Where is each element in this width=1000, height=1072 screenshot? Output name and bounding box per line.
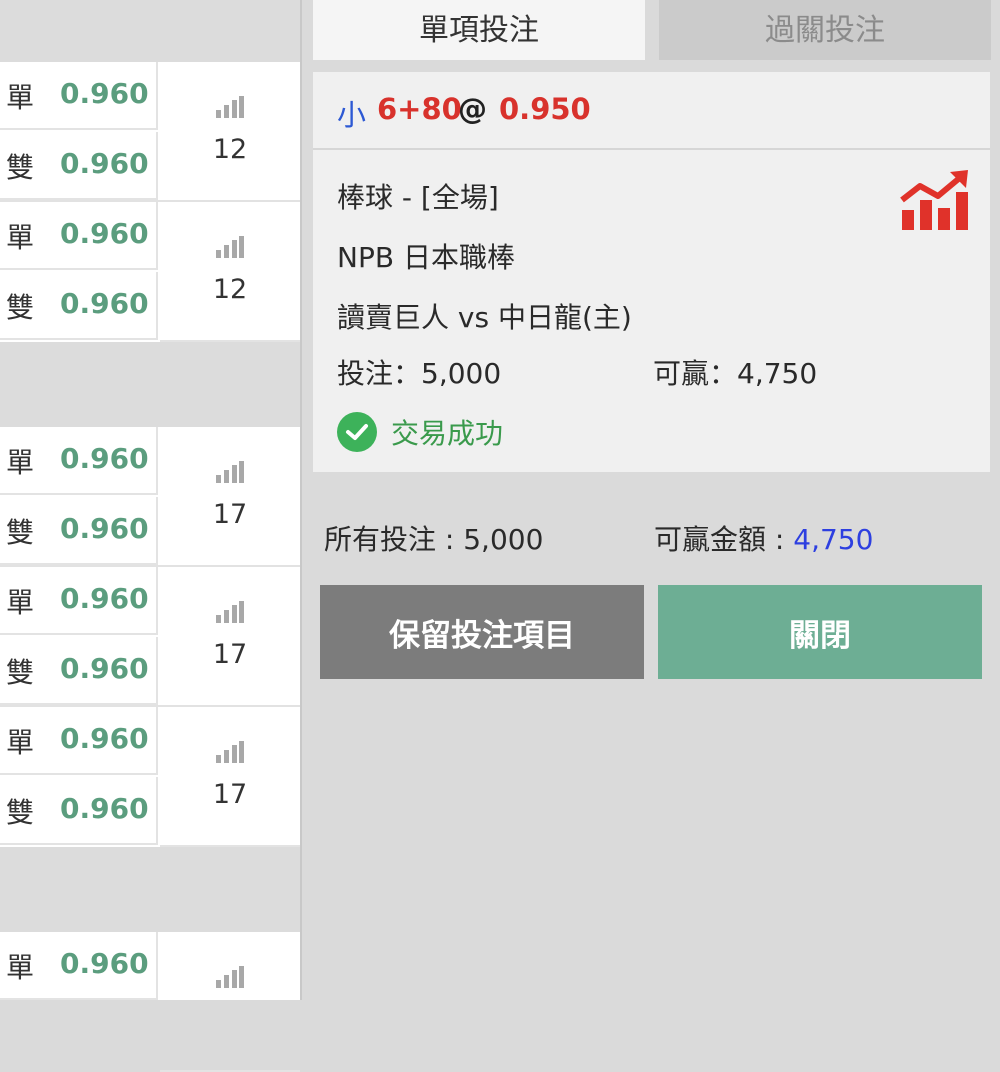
trend-up-icon[interactable] <box>898 170 970 232</box>
bet-count: 12 <box>212 134 248 165</box>
odds-cell[interactable]: 雙 0.960 <box>0 272 158 340</box>
odds-label: 單 <box>6 221 35 254</box>
odds-value: 0.960 <box>60 722 149 755</box>
odds-cell[interactable]: 雙 0.960 <box>0 637 158 705</box>
bar-chart-icon <box>216 96 244 118</box>
bar-chart-icon <box>216 601 244 623</box>
potential-win: 可贏：4,750 <box>653 357 818 390</box>
odds-pair: 單 0.960 <box>0 932 300 1072</box>
odds-label: 單 <box>6 81 35 114</box>
odds-label: 單 <box>6 586 35 619</box>
odds-group: 單 0.960 <box>0 932 300 1072</box>
bet-price: 0.950 <box>499 92 591 126</box>
market-stats-button[interactable]: 12 <box>160 62 300 202</box>
odds-value: 0.960 <box>60 582 149 615</box>
bet-confirmation-card: 小 6+80 @ 0.950 棒球 - [全場] NPB 日本職棒 讀賣巨人 v… <box>313 72 990 472</box>
selection-label: 小 <box>337 98 367 132</box>
bet-count: 17 <box>212 639 248 670</box>
market-stats-button[interactable]: 17 <box>160 707 300 847</box>
odds-value: 0.960 <box>60 287 149 320</box>
odds-label: 單 <box>6 446 35 479</box>
tab-parlay-bet[interactable]: 過關投注 <box>659 0 991 60</box>
odds-value: 0.960 <box>60 792 149 825</box>
market-stats-button[interactable]: 17 <box>160 567 300 707</box>
odds-label: 雙 <box>6 151 35 184</box>
odds-value: 0.960 <box>60 512 149 545</box>
league-name: NPB 日本職棒 <box>337 241 515 274</box>
keep-selections-button[interactable]: 保留投注項目 <box>320 585 644 679</box>
odds-value: 0.960 <box>60 652 149 685</box>
odds-cell[interactable]: 雙 0.960 <box>0 497 158 565</box>
odds-label: 雙 <box>6 516 35 549</box>
odds-value: 0.960 <box>60 77 149 110</box>
close-button[interactable]: 關閉 <box>658 585 982 679</box>
odds-value: 0.960 <box>60 147 149 180</box>
bar-chart-icon <box>216 966 244 988</box>
odds-value: 0.960 <box>60 442 149 475</box>
total-win-value: 4,750 <box>793 523 874 556</box>
bar-chart-icon <box>216 461 244 483</box>
match-name: 讀賣巨人 vs 中日龍(主) <box>337 301 632 334</box>
tab-single-bet[interactable]: 單項投注 <box>313 0 645 60</box>
odds-cell[interactable]: 單 0.960 <box>0 202 158 270</box>
odds-value: 0.960 <box>60 947 149 980</box>
at-symbol: @ <box>458 92 487 126</box>
odds-pair: 單 0.960 雙 0.960 12 <box>0 200 300 342</box>
sport-market: 棒球 - [全場] <box>337 181 499 214</box>
market-stats-button[interactable]: 17 <box>160 427 300 567</box>
bet-count: 17 <box>212 499 248 530</box>
bet-slip-panel: 單項投注 過關投注 小 6+80 @ 0.950 棒球 - [全場] NPB 日… <box>302 0 1000 1000</box>
odds-list-panel: 單 0.960 雙 0.960 12 單 0.960 雙 0.960 12 單 … <box>0 0 302 1072</box>
odds-label: 雙 <box>6 796 35 829</box>
status-text: 交易成功 <box>391 417 504 450</box>
bar-chart-icon <box>216 236 244 258</box>
odds-cell[interactable]: 單 0.960 <box>0 427 158 495</box>
bet-selection-header: 小 6+80 @ 0.950 <box>313 72 990 150</box>
total-stake: 所有投注 : 5,000 <box>324 523 544 556</box>
total-win-label: 可贏金額 : <box>654 523 794 556</box>
odds-label: 雙 <box>6 656 35 689</box>
odds-cell[interactable]: 雙 0.960 <box>0 132 158 200</box>
odds-group: 單 0.960 雙 0.960 17 單 0.960 雙 0.960 17 單 … <box>0 427 300 847</box>
odds-value: 0.960 <box>60 217 149 250</box>
odds-cell[interactable]: 雙 0.960 <box>0 777 158 845</box>
odds-pair: 單 0.960 雙 0.960 12 <box>0 62 300 202</box>
market-stats-button[interactable]: 12 <box>160 202 300 342</box>
odds-cell[interactable]: 單 0.960 <box>0 62 158 130</box>
odds-label: 單 <box>6 726 35 759</box>
odds-group: 單 0.960 雙 0.960 12 單 0.960 雙 0.960 12 <box>0 62 300 342</box>
stake-amount: 投注：5,000 <box>337 357 502 390</box>
total-win: 可贏金額 : 4,750 <box>654 518 873 558</box>
odds-cell[interactable]: 單 0.960 <box>0 707 158 775</box>
odds-pair: 單 0.960 雙 0.960 17 <box>0 427 300 567</box>
bet-count: 12 <box>212 274 248 305</box>
odds-label: 雙 <box>6 291 35 324</box>
odds-label: 單 <box>6 951 35 984</box>
check-circle-icon <box>337 412 377 452</box>
bet-count: 17 <box>212 779 248 810</box>
handicap-value: 6+80 <box>377 92 462 126</box>
odds-cell[interactable]: 單 0.960 <box>0 567 158 635</box>
market-stats-button[interactable] <box>160 932 300 1072</box>
odds-cell[interactable]: 單 0.960 <box>0 932 158 1000</box>
bet-status: 交易成功 <box>337 410 503 454</box>
odds-pair: 單 0.960 雙 0.960 17 <box>0 705 300 847</box>
bar-chart-icon <box>216 741 244 763</box>
odds-pair: 單 0.960 雙 0.960 17 <box>0 565 300 707</box>
